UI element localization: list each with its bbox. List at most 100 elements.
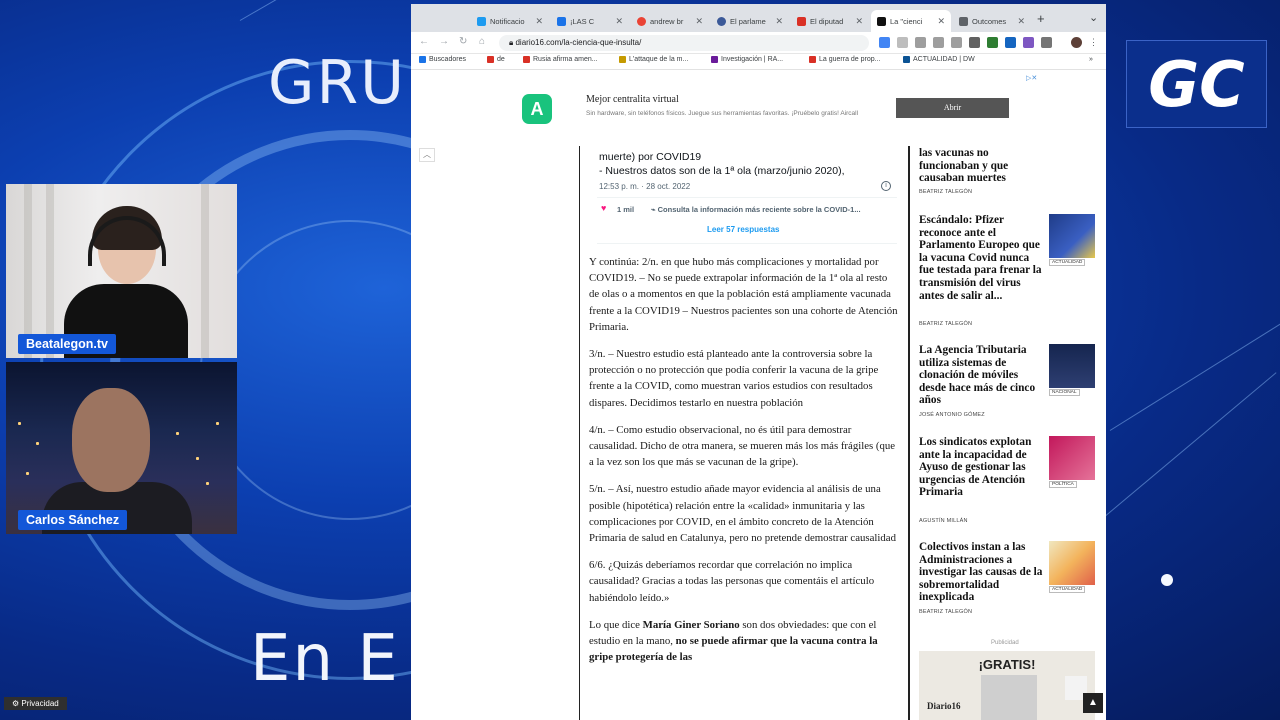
tweet-likes[interactable]: 1 mil: [617, 205, 634, 214]
stream-brand-top: GRU: [268, 48, 407, 118]
gc-logo: GC: [1126, 40, 1267, 128]
tweet-replies-link[interactable]: Leer 57 respuestas: [707, 225, 780, 234]
related-title[interactable]: las vacunas no funcionaban y que causaba…: [919, 147, 1045, 185]
ad-banner[interactable]: A Mejor centralita virtual Sin hardware,…: [473, 72, 1045, 144]
related-author[interactable]: AGUSTÍN MILLÁN: [919, 518, 968, 524]
curtain: [46, 184, 54, 358]
bookmark-item[interactable]: ACTUALIDAD | DW: [903, 56, 975, 63]
tab-parlamento[interactable]: El parlame ✕: [711, 10, 789, 32]
participant-face: [72, 388, 150, 492]
close-icon[interactable]: ✕: [1013, 16, 1025, 27]
tab-notificaciones[interactable]: Notificacio ✕: [471, 10, 549, 32]
site-icon: [523, 56, 530, 63]
extension-icon[interactable]: [987, 37, 998, 48]
city-light: [206, 482, 209, 485]
info-icon[interactable]: i: [881, 181, 891, 191]
aircall-logo-icon: A: [522, 94, 552, 124]
close-icon[interactable]: ✕: [691, 16, 703, 27]
related-thumbnail[interactable]: NACIONAL: [1049, 344, 1095, 396]
covid-info-link[interactable]: ⌁ Consulta la información más reciente s…: [651, 205, 861, 214]
close-icon[interactable]: ✕: [531, 16, 543, 27]
article-paragraph: 6/6. ¿Quizás deberíamos recordar que cor…: [589, 559, 875, 604]
city-light: [26, 472, 29, 475]
puzzle-icon[interactable]: [1041, 37, 1052, 48]
related-title[interactable]: La Agencia Tributaria utiliza sistemas d…: [919, 344, 1045, 407]
ai-icon: [557, 16, 566, 26]
site-icon: [903, 56, 910, 63]
tab-la-ciencia[interactable]: La "cienci ✕: [871, 10, 951, 32]
related-author[interactable]: JOSÉ ANTONIO GÓMEZ: [919, 412, 985, 418]
promo-title: ¡GRATIS!: [978, 657, 1036, 672]
star-icon[interactable]: [951, 37, 962, 48]
tab-las[interactable]: ¡LAS C ✕: [551, 10, 629, 32]
site-icon: [711, 56, 718, 63]
bookmark-item[interactable]: de: [487, 56, 505, 63]
related-author[interactable]: BEATRIZ TALEGÓN: [919, 609, 972, 615]
scroll-top-icon[interactable]: ▲: [1083, 693, 1103, 713]
extension-icon[interactable]: [969, 37, 980, 48]
twitter-icon: [477, 16, 486, 26]
ad-title[interactable]: Mejor centralita virtual: [586, 94, 679, 105]
site-icon: [487, 56, 494, 63]
close-icon[interactable]: ✕: [851, 16, 863, 27]
site-icon: [717, 16, 726, 26]
ad-close-icon[interactable]: ▷✕: [1026, 74, 1037, 82]
chevron-down-icon[interactable]: ⌄: [1089, 11, 1098, 24]
related-title[interactable]: Colectivos instan a las Administraciones…: [919, 541, 1045, 604]
tab-andrew[interactable]: andrew br ✕: [631, 10, 709, 32]
tab-bar: Notificacio ✕ ¡LAS C ✕ andrew br ✕ El parla…: [411, 4, 1106, 32]
close-icon[interactable]: ✕: [933, 16, 945, 27]
zoom-icon[interactable]: [915, 37, 926, 48]
extension-icon[interactable]: [1023, 37, 1034, 48]
avatar[interactable]: [1071, 37, 1082, 48]
article-paragraph: 4/n. – Como estudio observacional, no és…: [589, 423, 896, 469]
url-text: diario16.com/la-ciencia-que-insulta/: [515, 38, 642, 47]
related-title[interactable]: Los sindicatos explotan ante la incapaci…: [919, 436, 1045, 499]
close-icon[interactable]: ✕: [771, 16, 783, 27]
more-bookmarks-icon[interactable]: »: [1089, 56, 1093, 63]
article-paragraph: 3/n. – Nuestro estudio está planteado an…: [589, 348, 879, 409]
related-thumbnail[interactable]: ACTUALIDAD: [1049, 541, 1095, 593]
back-button[interactable]: ←: [419, 36, 429, 47]
menu-icon[interactable]: ⋮: [1089, 37, 1100, 48]
article-paragraph: 5/n. – Así, nuestro estudio añade mayor …: [589, 483, 896, 545]
share-icon[interactable]: [933, 37, 944, 48]
extension-icon[interactable]: [1005, 37, 1016, 48]
forward-button[interactable]: →: [439, 36, 449, 47]
related-thumbnail[interactable]: ACTUALIDAD: [1049, 214, 1095, 266]
bookmark-item[interactable]: L'attaque de la m...: [619, 56, 688, 63]
webcam-carlos: Carlos Sánchez: [6, 362, 237, 534]
related-author[interactable]: BEATRIZ TALEGÓN: [919, 321, 972, 327]
bookmark-item[interactable]: Investigación | RA...: [711, 56, 783, 63]
city-light: [36, 442, 39, 445]
close-icon[interactable]: ✕: [611, 16, 623, 27]
tab-outcomes[interactable]: Outcomes ✕: [953, 10, 1031, 32]
article-paragraph: Lo que dice María Giner Soriano son dos …: [589, 618, 878, 664]
bookmarks-bar: Buscadores de Rusia afirma amen... L'att…: [411, 54, 1106, 70]
tweet-timestamp[interactable]: 12:53 p. m. · 28 oct. 2022: [599, 182, 690, 191]
related-author[interactable]: BEATRIZ TALEGÓN: [919, 189, 972, 195]
city-light: [216, 422, 219, 425]
tab-diputado[interactable]: El diputad ✕: [791, 10, 869, 32]
reload-button[interactable]: ↻: [459, 36, 467, 47]
related-thumbnail[interactable]: POLÍTICA: [1049, 436, 1095, 488]
decorative-dot: [1161, 574, 1173, 586]
ad-open-button[interactable]: Abrir: [896, 98, 1009, 118]
bookmark-item[interactable]: Rusia afirma amen...: [523, 56, 598, 63]
gear-icon: ⚙: [12, 699, 22, 708]
chevron-up-icon[interactable]: ︿: [419, 148, 435, 162]
privacy-button[interactable]: ⚙ Privacidad: [4, 697, 67, 710]
home-button[interactable]: ⌂: [479, 36, 485, 47]
bookmark-item[interactable]: La guerra de prop...: [809, 56, 881, 63]
site-icon: [959, 16, 968, 26]
related-title[interactable]: Escándalo: Pfizer reconoce ante el Parla…: [919, 214, 1045, 302]
key-icon[interactable]: [897, 37, 908, 48]
address-bar[interactable]: 🔒︎ diario16.com/la-ciencia-que-insulta/: [499, 35, 869, 51]
star-icon: [419, 56, 426, 63]
promo-brand: Diario16: [927, 701, 961, 711]
new-tab-button[interactable]: +: [1037, 11, 1045, 26]
bookmark-item[interactable]: Buscadores: [419, 56, 466, 63]
google-lens-icon[interactable]: [879, 37, 890, 48]
heart-icon[interactable]: ♥: [601, 203, 606, 213]
page-content: ︿ muerte) por COVID19 - Nuestros datos s…: [411, 146, 1106, 720]
